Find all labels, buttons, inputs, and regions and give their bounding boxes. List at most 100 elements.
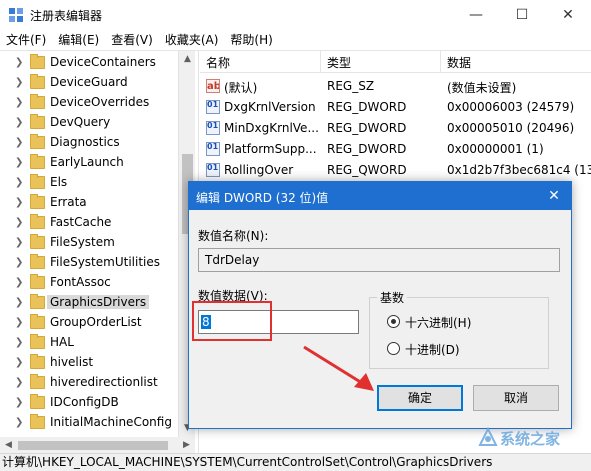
hex-radio-label[interactable]: 十六进制(H) [405,314,471,331]
scroll-left-arrow-icon[interactable]: ◀ [0,437,17,454]
minimize-button[interactable]: — [453,0,499,30]
folder-icon [30,314,45,329]
value-data: (数值未设置) [447,81,517,95]
tree-item-label: InitialMachineConfig [50,415,172,429]
value-name-label: 数值名称(N): [198,229,269,243]
tree-item[interactable]: ❯ Diagnostics [0,133,178,153]
binary-value-icon: 011 [206,163,220,177]
registry-key-tree: ❯ DeviceContainers ❯ DeviceGuard ❯ DeviceOver… [0,51,178,437]
tree-item-label: GroupOrderList [50,315,142,329]
tree-item[interactable]: ❯ HAL [0,333,178,353]
tree-item-label: DeviceGuard [50,75,128,89]
list-row[interactable]: 011 DxgKrnlVersion REG_DWORD 0x00006003 (24… [200,97,591,118]
folder-icon [30,74,45,89]
menu-file[interactable]: 文件(F) [0,30,52,50]
list-row[interactable]: 011 RollingOver REG_QWORD 0x1d2b7f3bec681c4… [200,160,591,181]
chevron-right-icon[interactable]: ❯ [15,297,25,309]
tree-item[interactable]: ❯ DeviceContainers [0,53,178,73]
folder-icon [30,54,45,69]
tree-item-label: FileSystem [50,235,115,249]
chevron-right-icon[interactable]: ❯ [15,337,25,349]
chevron-right-icon[interactable]: ❯ [15,397,25,409]
dialog-title-bar: 编辑 DWORD (32 位)值 ✕ [189,182,571,210]
chevron-right-icon[interactable]: ❯ [15,417,25,429]
tree-item-label: hiveredirectionlist [50,375,158,389]
folder-icon [30,394,45,409]
value-name: RollingOver [224,163,294,177]
chevron-right-icon[interactable]: ❯ [15,117,25,129]
chevron-right-icon[interactable]: ❯ [15,257,25,269]
decimal-radio-label[interactable]: 十进制(D) [405,341,460,358]
tree-item[interactable]: ❯ DeviceOverrides [0,93,178,113]
chevron-right-icon[interactable]: ❯ [15,77,25,89]
folder-icon [30,174,45,189]
scroll-up-arrow-icon[interactable]: ▲ [179,51,196,68]
chevron-right-icon[interactable]: ❯ [15,157,25,169]
window-title: 注册表编辑器 [30,9,103,23]
menu-edit[interactable]: 编辑(E) [52,30,105,50]
tree-item[interactable]: ❯ DeviceGuard [0,73,178,93]
tree-item[interactable]: ❯ Errata [0,193,178,213]
maximize-button[interactable]: ☐ [499,0,545,30]
tree-item[interactable]: ❯ FileSystemUtilities [0,253,178,273]
tree-item[interactable]: ❯ EarlyLaunch [0,153,178,173]
chevron-right-icon[interactable]: ❯ [15,177,25,189]
annotation-arrow-icon [303,345,374,391]
chevron-right-icon[interactable]: ❯ [15,277,25,289]
tree-item[interactable]: ❯ GraphicsDrivers [0,293,178,313]
tree-item[interactable]: ❯ FontAssoc [0,273,178,293]
chevron-right-icon[interactable]: ❯ [15,197,25,209]
folder-icon [30,274,45,289]
tree-item-label: Errata [50,195,87,209]
ok-button[interactable]: 确定 [377,385,463,411]
chevron-right-icon[interactable]: ❯ [15,217,25,229]
menu-favorites[interactable]: 收藏夹(A) [159,30,225,50]
column-header-name[interactable]: 名称 [206,54,230,71]
chevron-right-icon[interactable]: ❯ [15,137,25,149]
folder-icon [30,114,45,129]
chevron-right-icon[interactable]: ❯ [15,317,25,329]
folder-icon [30,354,45,369]
folder-icon [30,134,45,149]
chevron-right-icon[interactable]: ❯ [15,237,25,249]
menu-view[interactable]: 查看(V) [105,30,159,50]
hex-radio[interactable] [387,315,400,328]
value-type: REG_DWORD [327,142,407,156]
chevron-right-icon[interactable]: ❯ [15,97,25,109]
list-row[interactable]: 011 MinDxgKrnlVe... REG_DWORD 0x00005010 (2… [200,118,591,139]
tree-hscroll-thumb[interactable] [18,441,168,450]
tree-item[interactable]: ❯ Els [0,173,178,193]
tree-item[interactable]: ❯ FastCache [0,213,178,233]
list-row[interactable]: 011 PlatformSupp... REG_DWORD 0x00000001 (1… [200,139,591,160]
list-row[interactable]: ab (默认) REG_SZ (数值未设置) [200,76,591,97]
column-header-type[interactable]: 类型 [327,54,351,71]
tree-item[interactable]: ❯ IDConfigDB [0,393,178,413]
value-name: (默认) [224,81,258,95]
column-divider[interactable] [320,51,321,73]
tree-item[interactable]: ❯ hivelist [0,353,178,373]
folder-icon [30,374,45,389]
binary-value-icon: 011 [206,100,220,114]
tree-item[interactable]: ❯ DevQuery [0,113,178,133]
tree-horizontal-scrollbar[interactable]: ◀ ▶ [0,437,195,454]
tree-item[interactable]: ❯ InitialMachineConfig [0,413,178,433]
decimal-radio[interactable] [387,342,400,355]
tree-item[interactable]: ❯ GroupOrderList [0,313,178,333]
tree-item-label: IDConfigDB [50,395,119,409]
scroll-right-arrow-icon[interactable]: ▶ [178,437,195,454]
folder-icon [30,414,45,429]
tree-item-label: hivelist [50,355,94,369]
cancel-button[interactable]: 取消 [473,385,559,411]
dialog-close-icon[interactable]: ✕ [537,182,571,210]
close-button[interactable]: ✕ [545,0,591,30]
column-divider[interactable] [440,51,441,73]
tree-item-label: FileSystemUtilities [50,255,160,269]
tree-item[interactable]: ❯ FileSystem [0,233,178,253]
chevron-right-icon[interactable]: ❯ [15,57,25,69]
chevron-right-icon[interactable]: ❯ [15,377,25,389]
tree-item-label: DeviceOverrides [50,95,150,109]
column-header-data[interactable]: 数据 [447,54,471,71]
chevron-right-icon[interactable]: ❯ [15,357,25,369]
menu-help[interactable]: 帮助(H) [224,30,278,50]
tree-item[interactable]: ❯ hiveredirectionlist [0,373,178,393]
